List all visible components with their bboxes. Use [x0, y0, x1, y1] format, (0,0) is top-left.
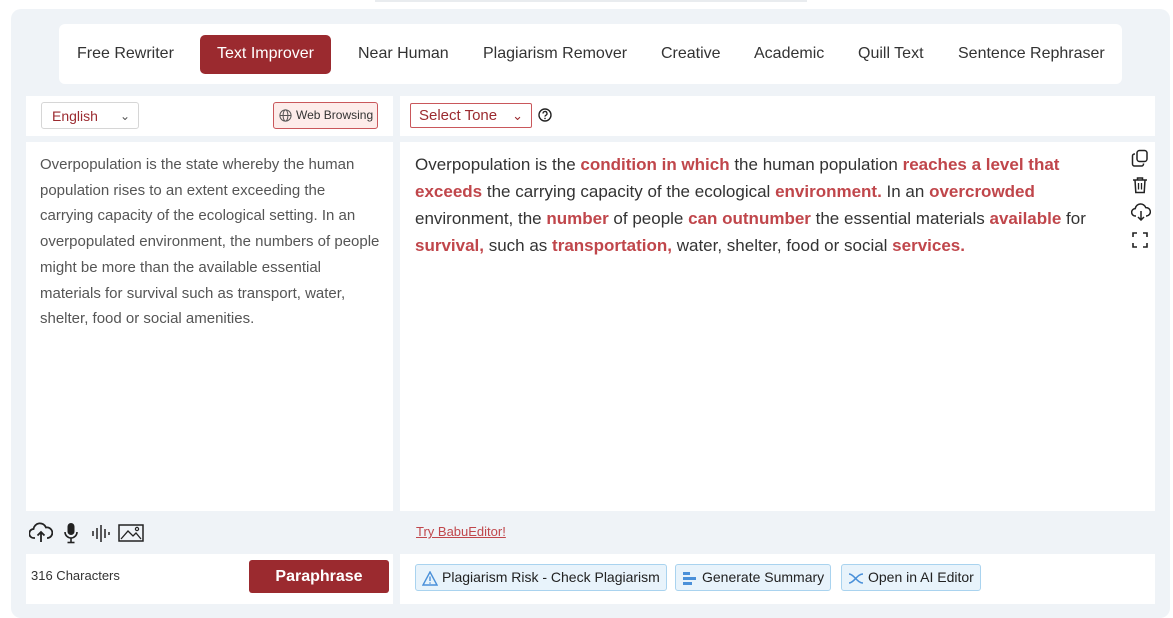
changed-phrase[interactable]: environment. — [775, 182, 882, 201]
check-plagiarism-label: Plagiarism Risk - Check Plagiarism — [442, 569, 660, 585]
fullscreen-icon[interactable] — [1131, 231, 1149, 254]
tone-select-label: Select Tone — [419, 107, 498, 124]
image-icon[interactable] — [118, 522, 144, 549]
unchanged-text: environment, the — [415, 209, 547, 228]
character-count: 316 Characters — [31, 568, 120, 583]
tab-text-improver[interactable]: Text Improver — [200, 35, 331, 74]
changed-phrase[interactable]: services. — [892, 236, 965, 255]
changed-phrase[interactable]: overcrowded — [929, 182, 1035, 201]
tab-plagiarism-remover[interactable]: Plagiarism Remover — [483, 24, 627, 84]
ai-editor-icon — [848, 573, 864, 584]
tone-select[interactable]: Select Tone ⌄ — [410, 103, 532, 128]
input-toolbar: English ⌄ Web Browsing — [26, 96, 393, 136]
upload-icon[interactable] — [28, 522, 54, 549]
unchanged-text: water, shelter, food or social — [672, 236, 893, 255]
trash-icon[interactable] — [1131, 176, 1149, 199]
download-icon[interactable] — [1130, 203, 1152, 226]
unchanged-text: the essential materials — [810, 209, 990, 228]
unchanged-text: the human population — [729, 155, 903, 174]
web-browsing-label: Web Browsing — [296, 108, 374, 122]
open-ai-editor-button[interactable]: Open in AI Editor — [841, 564, 981, 591]
unchanged-text: In an — [881, 182, 930, 201]
unchanged-text: the carrying capacity of the ecological — [482, 182, 776, 201]
tab-free-rewriter[interactable]: Free Rewriter — [77, 24, 174, 84]
output-toolbar: Select Tone ⌄ — [400, 96, 1155, 136]
question-circle-icon[interactable] — [538, 108, 552, 127]
tab-sentence-rephraser[interactable]: Sentence Rephraser — [958, 24, 1105, 84]
generate-summary-label: Generate Summary — [702, 569, 825, 585]
chevron-down-icon: ⌄ — [119, 109, 130, 123]
tab-near-human[interactable]: Near Human — [358, 24, 449, 84]
open-ai-editor-label: Open in AI Editor — [868, 569, 974, 585]
copy-icon[interactable] — [1131, 149, 1149, 172]
output-text-area[interactable]: Overpopulation is the condition in which… — [400, 142, 1155, 511]
changed-phrase[interactable]: can outnumber — [688, 209, 811, 228]
input-text-area[interactable]: Overpopulation is the state whereby the … — [26, 142, 393, 511]
chevron-down-icon: ⌄ — [512, 108, 523, 123]
changed-phrase[interactable]: available — [990, 209, 1062, 228]
unchanged-text: of people — [608, 209, 689, 228]
tab-quill-text[interactable]: Quill Text — [858, 24, 924, 84]
web-browsing-button[interactable]: Web Browsing — [273, 102, 378, 129]
input-text: Overpopulation is the state whereby the … — [40, 156, 380, 328]
mode-tabs: Free Rewriter Text Improver Near Human P… — [59, 24, 1122, 84]
changed-phrase[interactable]: survival, — [415, 236, 484, 255]
input-tools — [28, 522, 149, 549]
changed-phrase[interactable]: number — [546, 209, 608, 228]
summary-icon — [683, 572, 696, 585]
audio-wave-icon[interactable] — [91, 522, 111, 549]
changed-phrase[interactable]: condition in which — [580, 155, 729, 174]
tab-creative[interactable]: Creative — [661, 24, 721, 84]
language-value: English — [52, 108, 98, 124]
unchanged-text: such as — [484, 236, 553, 255]
warning-icon — [422, 571, 438, 586]
output-text: Overpopulation is the condition in which… — [415, 151, 1130, 259]
check-plagiarism-button[interactable]: Plagiarism Risk - Check Plagiarism — [415, 564, 667, 591]
changed-phrase[interactable]: transportation, — [552, 236, 672, 255]
top-divider — [375, 0, 807, 2]
microphone-icon[interactable] — [63, 522, 79, 549]
input-footer: 316 Characters Paraphrase — [26, 554, 393, 604]
tab-academic[interactable]: Academic — [754, 24, 824, 84]
output-footer: Plagiarism Risk - Check Plagiarism Gener… — [400, 554, 1155, 604]
try-babueditor-link[interactable]: Try BabuEditor! — [416, 524, 506, 539]
language-select[interactable]: English ⌄ — [41, 102, 139, 129]
paraphrase-button[interactable]: Paraphrase — [249, 560, 389, 593]
globe-icon — [279, 109, 292, 122]
unchanged-text: for — [1061, 209, 1086, 228]
generate-summary-button[interactable]: Generate Summary — [675, 564, 832, 591]
unchanged-text: Overpopulation is the — [415, 155, 581, 174]
